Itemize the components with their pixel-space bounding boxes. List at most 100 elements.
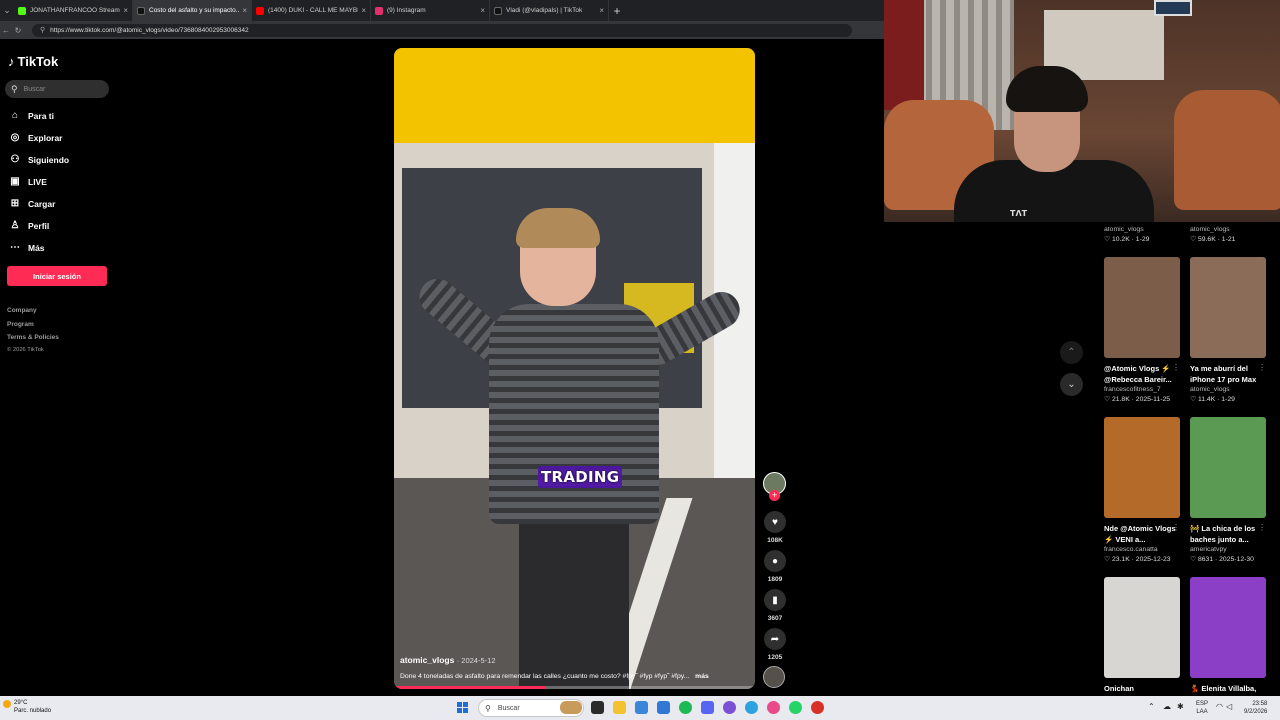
- video-thumbnail[interactable]: [1104, 417, 1180, 518]
- app-icon[interactable]: [767, 701, 780, 714]
- save-count: 3607: [767, 615, 783, 622]
- video-player[interactable]: TRADING atomic_vlogs · 2024-5-12 Done 4 …: [394, 48, 755, 689]
- video-thumbnail[interactable]: [1190, 577, 1266, 678]
- related-video-meta[interactable]: atomic_vlogs ♡ 10.2K · 1-29: [1104, 226, 1149, 243]
- related-video-meta[interactable]: atomic_vlogs ♡ 59.6K · 1-21: [1190, 226, 1235, 243]
- like-button[interactable]: ♥: [764, 511, 786, 533]
- browser-tab-1[interactable]: JONATHANFRANCOO Stream - W... ×: [14, 0, 133, 21]
- comment-icon: ●: [771, 555, 779, 567]
- video-thumbnail[interactable]: [1104, 577, 1180, 678]
- more-options-icon[interactable]: ⋮: [1258, 523, 1266, 532]
- sidebar-item-mas[interactable]: ⋯ Más: [8, 242, 45, 253]
- bluetooth-icon[interactable]: ✱: [1177, 702, 1184, 711]
- previous-video-button[interactable]: ⌃: [1060, 341, 1083, 364]
- back-arrow-icon[interactable]: ←: [0, 26, 12, 35]
- tab-list-icon[interactable]: ⌄: [0, 0, 14, 21]
- related-account: atomic_vlogs: [1104, 226, 1144, 233]
- more-options-icon[interactable]: ⋮: [1258, 363, 1266, 372]
- sidebar-item-cargar[interactable]: ⊞ Cargar: [8, 198, 56, 209]
- close-tab-icon[interactable]: ×: [361, 6, 366, 15]
- footer-link-terms[interactable]: Terms & Policies: [7, 334, 59, 341]
- wifi-icon[interactable]: ◠: [1216, 702, 1223, 711]
- mail-icon[interactable]: [635, 701, 648, 714]
- author-name[interactable]: atomic_vlogs: [400, 655, 454, 665]
- clock[interactable]: 23:58 9/2/2026: [1244, 700, 1267, 716]
- browser-tab-4[interactable]: (9) Instagram ×: [371, 0, 490, 21]
- close-tab-icon[interactable]: ×: [480, 6, 485, 15]
- logo-text: TikTok: [17, 54, 59, 69]
- video-author[interactable]: atomic_vlogs · 2024-5-12: [400, 655, 496, 665]
- photos-icon[interactable]: [657, 701, 670, 714]
- browser-tab-3[interactable]: (1400) DUKI - CALL ME MAYBE (V... ×: [252, 0, 371, 21]
- next-video-button[interactable]: ⌄: [1060, 373, 1083, 396]
- tiktok-logo[interactable]: ♪ TikTok: [8, 54, 58, 69]
- browser-tab-5[interactable]: Vladi (@vladipals) | TikTok ×: [490, 0, 609, 21]
- video-thumbnail[interactable]: [1190, 257, 1266, 358]
- file-explorer-icon[interactable]: [613, 701, 626, 714]
- chrome-icon[interactable]: [811, 701, 824, 714]
- tab-title: JONATHANFRANCOO Stream - W...: [30, 7, 120, 14]
- windows-taskbar: 29°C Parc. nublado ⚲ Buscar ⌃ ☁ ✱ ESP LA…: [0, 696, 1280, 720]
- like-count: 108K: [767, 537, 783, 544]
- new-tab-icon[interactable]: +: [609, 4, 625, 18]
- sidebar-item-live[interactable]: ▣ LIVE: [8, 176, 47, 187]
- sidebar-item-para-ti[interactable]: ⌂ Para ti: [8, 110, 54, 121]
- related-video-card[interactable]: Nde @Atomic Vlogs ⚡ VENI a... francesco.…: [1104, 417, 1180, 563]
- close-tab-icon[interactable]: ×: [242, 6, 247, 15]
- music-disc-icon[interactable]: [763, 666, 785, 688]
- video-thumbnail[interactable]: [1104, 257, 1180, 358]
- related-video-card[interactable]: Onichan: [1104, 577, 1180, 705]
- tab-title: (9) Instagram: [387, 7, 426, 14]
- onedrive-icon[interactable]: ☁: [1163, 702, 1171, 711]
- follow-plus-icon[interactable]: +: [769, 490, 780, 501]
- edge-icon[interactable]: [745, 701, 758, 714]
- related-account: atomic_vlogs: [1190, 226, 1230, 233]
- comment-button[interactable]: ●: [764, 550, 786, 572]
- more-options-icon[interactable]: ⋮: [1172, 523, 1180, 532]
- windows-start-icon[interactable]: [457, 702, 468, 713]
- close-tab-icon[interactable]: ×: [599, 6, 604, 15]
- related-video-card[interactable]: Ya me aburrí del iPhone 17 pro Max atomi…: [1190, 257, 1266, 403]
- reload-icon[interactable]: ↻: [12, 26, 24, 35]
- search-box[interactable]: ⚲: [5, 80, 109, 98]
- sidebar-item-explorar[interactable]: ◎ Explorar: [8, 132, 63, 143]
- video-thumbnail[interactable]: [1190, 417, 1266, 518]
- whatsapp-icon[interactable]: [789, 701, 802, 714]
- volume-icon[interactable]: ◁: [1226, 702, 1232, 711]
- discord-icon[interactable]: [701, 701, 714, 714]
- video-scene-hair: [516, 208, 600, 248]
- weather-widget[interactable]: 29°C Parc. nublado: [3, 699, 51, 715]
- webcam-overlay: TΛT: [884, 0, 1280, 222]
- footer-link-program[interactable]: Program: [7, 321, 34, 328]
- video-progress-bar[interactable]: [394, 686, 755, 689]
- youtube-favicon-icon: [256, 6, 264, 15]
- app-icon[interactable]: [723, 701, 736, 714]
- sidebar-item-perfil[interactable]: ♙ Perfil: [8, 220, 50, 231]
- more-options-icon[interactable]: ⋮: [1172, 363, 1180, 372]
- related-video-card[interactable]: 🚧 La chica de los baches junto a... amer…: [1190, 417, 1266, 563]
- related-video-card[interactable]: 💃 Elenita Villalba,: [1190, 577, 1266, 705]
- input-language[interactable]: ESP LAA: [1196, 700, 1208, 716]
- related-video-card[interactable]: @Atomic Vlogs ⚡ @Rebecca Bareir... franc…: [1104, 257, 1180, 403]
- search-input[interactable]: [23, 85, 94, 93]
- chevron-up-icon[interactable]: ⌃: [1148, 702, 1155, 711]
- sidebar-item-siguiendo[interactable]: ⚇ Siguiendo: [8, 154, 70, 165]
- caption-more-link[interactable]: más: [695, 673, 709, 680]
- related-likes: 59.6K: [1197, 236, 1216, 243]
- card-likes: 11.4K: [1197, 396, 1216, 403]
- clock-date: 9/2/2026: [1244, 709, 1268, 715]
- weather-temp: 29°C: [14, 700, 28, 706]
- sidebar-item-label: Siguiendo: [28, 154, 70, 165]
- spotify-icon[interactable]: [679, 701, 692, 714]
- share-button[interactable]: ➦: [764, 628, 786, 650]
- login-button[interactable]: Iniciar sesión: [7, 266, 107, 286]
- url-field[interactable]: ⚲ https://www.tiktok.com/@atomic_vlogs/v…: [32, 23, 852, 37]
- browser-tab-2[interactable]: Costo del asfalto y su impacto... ×: [133, 0, 252, 21]
- footer-link-company[interactable]: Company: [7, 307, 37, 314]
- close-tab-icon[interactable]: ×: [123, 6, 128, 15]
- save-button[interactable]: ▮: [764, 589, 786, 611]
- task-view-icon[interactable]: [591, 701, 604, 714]
- site-info-icon[interactable]: ⚲: [40, 26, 45, 34]
- card-stats: ♡ 21.8K · 2025-11-25: [1104, 396, 1171, 403]
- more-icon: ⋯: [10, 242, 20, 253]
